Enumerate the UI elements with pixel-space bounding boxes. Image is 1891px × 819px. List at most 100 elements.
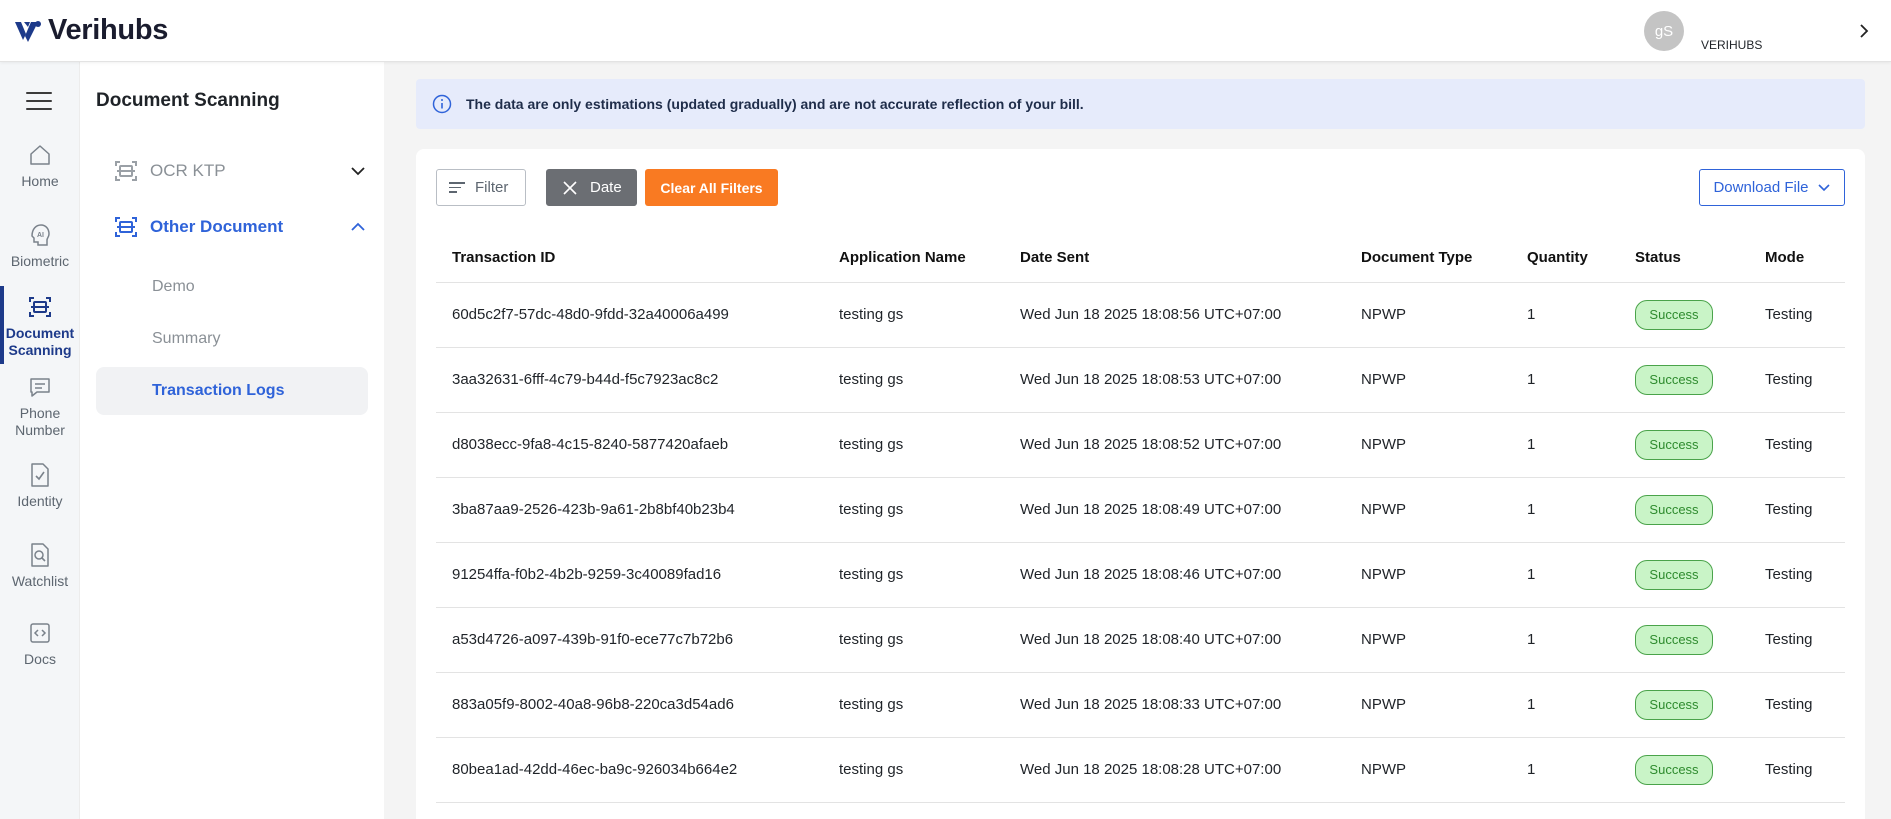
rail-item-document-scanning[interactable]: Document Scanning [0,294,80,359]
date-sent-cell: Wed Jun 18 2025 18:08:46 UTC+07:00 [1004,542,1345,608]
rail-item-docs[interactable]: Docs [0,620,80,668]
application-name-cell: testing gs [823,542,1004,608]
application-name-cell: testing gs [823,347,1004,413]
document-type-cell: NPWP [1345,672,1511,738]
home-icon [27,142,53,168]
status-badge: Success [1635,624,1713,655]
table-row[interactable]: 60d5c2f7-57dc-48d0-9fdd-32a40006a499 tes… [436,282,1845,348]
application-name-cell: testing gs [823,282,1004,348]
download-file-button[interactable]: Download File [1699,169,1845,206]
status-cell: Success [1619,477,1749,543]
rail-label: Biometric [10,253,70,269]
table-row[interactable]: 91254ffa-f0b2-4b2b-9259-3c40089fad16 tes… [436,542,1845,608]
transaction-id-cell: 91254ffa-f0b2-4b2b-9259-3c40089fad16 [436,542,823,608]
status-badge: Success [1635,754,1713,785]
chevron-up-icon [348,217,368,237]
date-sent-cell: Wed Jun 18 2025 18:08:28 UTC+07:00 [1004,737,1345,803]
status-cell: Success [1619,282,1749,348]
rail-label: Identity [17,493,63,509]
date-sent-cell: Wed Jun 18 2025 18:08:40 UTC+07:00 [1004,607,1345,673]
transaction-id-cell: 60d5c2f7-57dc-48d0-9fdd-32a40006a499 [436,282,823,348]
rail-item-phone-number[interactable]: Phone Number [0,374,80,439]
date-sent-cell: Wed Jun 18 2025 18:08:49 UTC+07:00 [1004,477,1345,543]
mode-cell: Testing [1749,412,1845,478]
column-header[interactable]: Document Type [1345,233,1511,283]
status-cell: Success [1619,542,1749,608]
column-header[interactable]: Application Name [823,233,1004,283]
document-type-cell: NPWP [1345,477,1511,543]
hamburger-menu-icon[interactable] [26,92,52,114]
nav-group-other-document[interactable]: Other Document [112,211,368,243]
filter-label: Filter [475,179,509,196]
status-cell: Success [1619,412,1749,478]
ai-face-icon: AI [27,222,53,248]
rail-item-watchlist[interactable]: Watchlist [0,542,80,590]
mode-cell: Testing [1749,737,1845,803]
filter-button[interactable]: Filter [436,169,526,206]
icon-rail: Home AI Biometric Document Scanning Phon… [0,62,80,819]
rail-item-biometric[interactable]: AI Biometric [0,222,80,270]
status-badge: Success [1635,429,1713,460]
date-filter-chip[interactable]: Date [546,169,637,206]
info-icon [432,94,452,114]
quantity-cell: 1 [1511,347,1619,413]
document-type-cell: NPWP [1345,737,1511,803]
rail-item-home[interactable]: Home [0,142,80,190]
column-header[interactable]: Status [1619,233,1749,283]
watchlist-search-icon [27,542,53,568]
status-badge: Success [1635,364,1713,395]
close-icon[interactable] [562,180,578,196]
column-header[interactable]: Quantity [1511,233,1619,283]
mode-cell: Testing [1749,542,1845,608]
status-badge: Success [1635,494,1713,525]
date-sent-cell: Wed Jun 18 2025 18:08:52 UTC+07:00 [1004,412,1345,478]
transaction-logs-card: Filter Date Clear All Filters Download F… [416,149,1865,819]
column-header[interactable]: Mode [1749,233,1845,283]
clear-all-filters-button[interactable]: Clear All Filters [645,169,778,206]
mode-cell: Testing [1749,477,1845,543]
identity-check-icon [27,462,53,488]
brand-logo[interactable]: Verihubs [14,14,168,47]
account-name: VERIHUBS [1701,38,1763,52]
transaction-id-cell: 80bea1ad-42dd-46ec-ba9c-926034b664e2 [436,737,823,803]
table-row[interactable]: a53d4726-a097-439b-91f0-ece77c7b72b6 tes… [436,607,1845,673]
quantity-cell: 1 [1511,282,1619,348]
mode-cell: Testing [1749,607,1845,673]
nav-group-label: OCR KTP [150,161,226,180]
status-cell: Success [1619,737,1749,803]
rail-label: Phone Number [15,405,65,438]
date-sent-cell: Wed Jun 18 2025 18:08:56 UTC+07:00 [1004,282,1345,348]
avatar[interactable]: gS [1644,11,1684,51]
mode-cell: Testing [1749,672,1845,738]
sub-link-summary[interactable]: Summary [96,315,368,363]
quantity-cell: 1 [1511,477,1619,543]
column-header[interactable]: Transaction ID [436,233,823,283]
banner-text: The data are only estimations (updated g… [466,96,1084,112]
document-type-cell: NPWP [1345,542,1511,608]
table-row[interactable]: 3aa32631-6fff-4c79-b44d-f5c7923ac8c2 tes… [436,347,1845,413]
table-row[interactable]: 3ba87aa9-2526-423b-9a61-2b8bf40b23b4 tes… [436,477,1845,543]
rail-label: Docs [24,651,56,667]
chat-icon [27,374,53,400]
document-type-cell: NPWP [1345,607,1511,673]
table-row[interactable]: 883a05f9-8002-40a8-96b8-220ca3d54ad6 tes… [436,672,1845,738]
table-row[interactable]: 80bea1ad-42dd-46ec-ba9c-926034b664e2 tes… [436,737,1845,803]
application-name-cell: testing gs [823,737,1004,803]
quantity-cell: 1 [1511,607,1619,673]
date-sent-cell: Wed Jun 18 2025 18:08:53 UTC+07:00 [1004,347,1345,413]
chevron-right-icon[interactable] [1852,19,1876,43]
sub-link-transaction-logs[interactable]: Transaction Logs [96,367,368,415]
mode-cell: Testing [1749,347,1845,413]
table-row[interactable]: d8038ecc-9fa8-4c15-8240-5877420afaeb tes… [436,412,1845,478]
status-cell: Success [1619,607,1749,673]
rail-item-identity[interactable]: Identity [0,462,80,510]
mode-cell: Testing [1749,282,1845,348]
filter-icon [449,179,465,196]
secondary-sidebar: Document Scanning OCR KTP Other Document… [80,62,384,819]
column-header[interactable]: Date Sent [1004,233,1345,283]
nav-group-label: Other Document [150,217,284,236]
nav-group-ocr-ktp[interactable]: OCR KTP [112,155,368,187]
document-scan-icon [112,213,140,241]
table-header-row: Transaction ID Application Name Date Sen… [436,233,1845,283]
sub-link-demo[interactable]: Demo [96,263,368,311]
